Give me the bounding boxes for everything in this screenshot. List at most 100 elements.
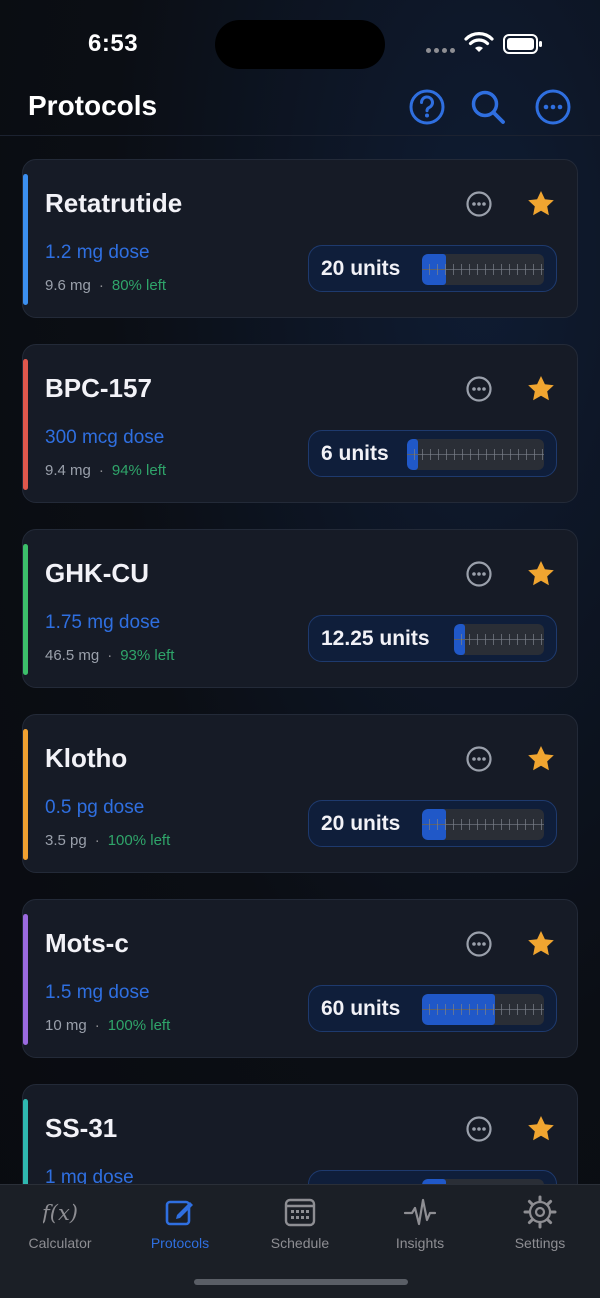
units-label: 20 units	[321, 812, 401, 835]
star-icon[interactable]	[526, 559, 556, 589]
units-label: 60 units	[321, 997, 401, 1020]
card-accent-bar	[23, 729, 28, 860]
edit-square-icon	[165, 1200, 193, 1226]
cellular-signal-icon	[426, 48, 455, 53]
protocol-card[interactable]: GHK-CU 1.75 mg dose 46.5 mg · 93% left 12.…	[22, 529, 578, 688]
star-icon[interactable]	[526, 374, 556, 404]
protocol-name: BPC-157	[45, 373, 152, 403]
tab-label: Settings	[514, 1235, 566, 1251]
tab-settings[interactable]: Settings	[480, 1193, 600, 1257]
units-syringe-button[interactable]: 20 units	[308, 800, 557, 847]
remaining-amount: 9.4 mg	[45, 462, 91, 479]
tab-label: Schedule	[270, 1235, 330, 1251]
gear-icon	[523, 1195, 557, 1229]
tab-label: Insights	[395, 1235, 445, 1251]
percent-left: 94% left	[111, 462, 167, 479]
syringe-gauge	[422, 809, 544, 840]
home-indicator	[194, 1279, 408, 1285]
card-accent-bar	[23, 174, 28, 305]
waveform-icon	[403, 1198, 437, 1226]
protocol-name: Mots-c	[45, 928, 129, 958]
tab-calculator[interactable]: ƒ(x) Calculator	[0, 1193, 120, 1257]
battery-icon	[503, 34, 542, 54]
units-label: 12.25 units	[321, 627, 430, 650]
protocol-card[interactable]: BPC-157 300 mcg dose 9.4 mg · 94% left 6 u…	[22, 344, 578, 503]
ellipsis-circle-icon[interactable]	[465, 745, 493, 773]
star-icon[interactable]	[526, 929, 556, 959]
search-button[interactable]	[469, 88, 507, 126]
protocol-card[interactable]: Mots-c 1.5 mg dose 10 mg · 100% left 60 un…	[22, 899, 578, 1058]
units-label: 6 units	[321, 442, 389, 465]
more-options-button[interactable]	[534, 88, 572, 126]
wifi-icon	[464, 32, 494, 52]
separator-dot: ·	[98, 462, 104, 479]
separator-dot: ·	[98, 277, 104, 294]
calendar-icon	[284, 1198, 316, 1227]
tab-schedule[interactable]: Schedule	[240, 1193, 360, 1257]
units-syringe-button[interactable]: 6 units	[308, 430, 557, 477]
protocol-name: Retatrutide	[45, 188, 183, 218]
percent-left: 93% left	[120, 647, 175, 664]
dose-label: 300 mcg dose	[45, 427, 165, 448]
ellipsis-circle-icon[interactable]	[465, 560, 493, 588]
tab-label: Calculator	[28, 1235, 92, 1251]
separator-dot: ·	[107, 647, 113, 664]
units-syringe-button[interactable]: 60 units	[308, 985, 557, 1032]
ellipsis-circle-icon[interactable]	[465, 375, 493, 403]
svg-text:ƒ(x): ƒ(x)	[43, 1201, 77, 1225]
star-icon[interactable]	[526, 744, 556, 774]
syringe-gauge	[454, 624, 544, 655]
ellipsis-circle-icon[interactable]	[465, 190, 493, 218]
dose-label: 0.5 pg dose	[45, 797, 145, 818]
card-accent-bar	[23, 914, 28, 1045]
star-icon[interactable]	[526, 1114, 556, 1144]
remaining-amount: 46.5 mg	[45, 647, 100, 664]
remaining-amount: 9.6 mg	[45, 277, 91, 294]
supply-info: 9.6 mg · 80% left	[45, 277, 166, 294]
card-accent-bar	[23, 544, 28, 675]
status-time: 6:53	[88, 30, 139, 57]
syringe-gauge	[422, 254, 544, 285]
separator-dot: ·	[94, 1017, 100, 1034]
percent-left: 100% left	[107, 1017, 171, 1034]
tab-insights[interactable]: Insights	[360, 1193, 480, 1257]
protocol-list: Retatrutide 1.2 mg dose 9.6 mg · 80% left …	[22, 159, 578, 1269]
protocol-card[interactable]: Klotho 0.5 pg dose 3.5 pg · 100% left 20 u…	[22, 714, 578, 873]
dose-label: 1.75 mg dose	[45, 612, 161, 633]
ellipsis-circle-icon[interactable]	[465, 930, 493, 958]
star-icon[interactable]	[526, 189, 556, 219]
tab-protocols[interactable]: Protocols	[120, 1193, 240, 1257]
app-screen: 6:53 Protocols Retatrutide 1.2 mg dose 9…	[0, 0, 600, 1298]
units-syringe-button[interactable]: 20 units	[308, 245, 557, 292]
dynamic-island	[215, 20, 385, 69]
syringe-gauge	[422, 994, 544, 1025]
protocol-card[interactable]: Retatrutide 1.2 mg dose 9.6 mg · 80% left …	[22, 159, 578, 318]
status-bar: 6:53	[0, 0, 600, 80]
supply-info: 3.5 pg · 100% left	[45, 832, 170, 849]
units-label: 20 units	[321, 257, 401, 280]
ellipsis-circle-icon[interactable]	[465, 1115, 493, 1143]
function-icon: ƒ(x)	[43, 1201, 77, 1225]
supply-info: 10 mg · 100% left	[45, 1017, 170, 1034]
help-button[interactable]	[408, 88, 446, 126]
separator-dot: ·	[94, 832, 100, 849]
search-icon	[471, 90, 505, 124]
question-circle-icon	[409, 89, 445, 125]
supply-info: 9.4 mg · 94% left	[45, 462, 166, 479]
supply-info: 46.5 mg · 93% left	[45, 647, 174, 664]
syringe-gauge	[407, 439, 544, 470]
dose-label: 1.2 mg dose	[45, 242, 150, 263]
protocol-name: SS-31	[45, 1113, 118, 1143]
card-accent-bar	[23, 359, 28, 490]
remaining-amount: 10 mg	[45, 1017, 87, 1034]
remaining-amount: 3.5 pg	[45, 832, 87, 849]
percent-left: 80% left	[111, 277, 167, 294]
tab-label: Protocols	[150, 1235, 210, 1251]
ellipsis-circle-icon	[535, 89, 571, 125]
units-syringe-button[interactable]: 12.25 units	[308, 615, 557, 662]
dose-label: 1.5 mg dose	[45, 982, 150, 1003]
protocol-name: Klotho	[45, 743, 128, 773]
nav-header: Protocols	[0, 80, 600, 136]
protocol-name: GHK-CU	[45, 558, 149, 588]
page-title: Protocols	[28, 90, 158, 121]
